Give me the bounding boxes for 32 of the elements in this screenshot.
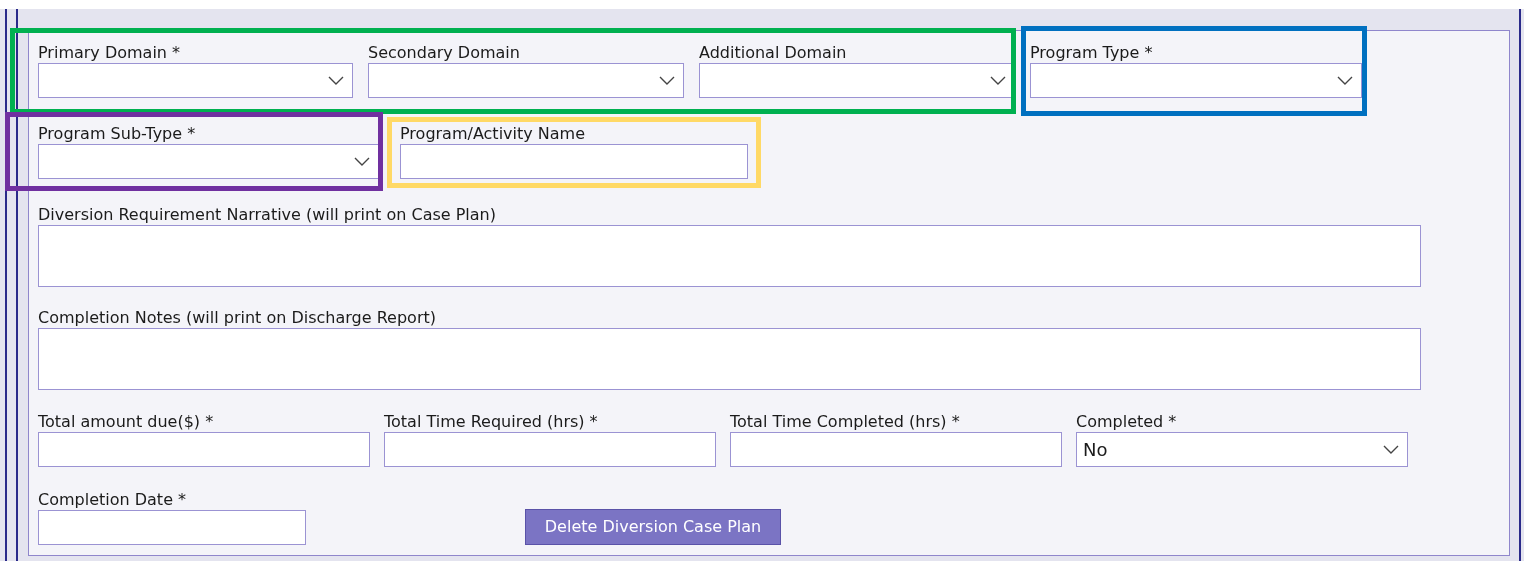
field-label: Total amount due($) * xyxy=(38,412,215,432)
chevron-down-icon xyxy=(1383,445,1399,454)
chevron-down-icon xyxy=(328,76,344,85)
chevron-down-icon xyxy=(1337,76,1353,85)
delete-button[interactable]: Delete Diversion Case Plan xyxy=(525,509,781,545)
text-field[interactable] xyxy=(730,432,1062,467)
text-field[interactable] xyxy=(38,432,370,467)
dropdown-field[interactable] xyxy=(1030,63,1362,98)
chevron-down-icon xyxy=(354,157,370,166)
field-label: Program Sub-Type * xyxy=(38,124,197,144)
field-label: Primary Domain * xyxy=(38,43,182,63)
field-label: Secondary Domain xyxy=(368,43,521,63)
field-label: Additional Domain xyxy=(699,43,848,63)
dropdown-field[interactable]: No xyxy=(1076,432,1408,467)
field-label: Total Time Required (hrs) * xyxy=(384,412,599,432)
text-area[interactable] xyxy=(38,225,1421,287)
field-label: Completed * xyxy=(1076,412,1178,432)
chevron-down-icon xyxy=(990,76,1006,85)
text-field[interactable] xyxy=(400,144,748,179)
dropdown-field[interactable] xyxy=(368,63,684,98)
field-label: Diversion Requirement Narrative (will print on Case Plan) xyxy=(38,205,497,225)
dropdown-field[interactable] xyxy=(38,144,379,179)
field-label: Completion Date * xyxy=(38,490,188,510)
field-label: Program/Activity Name xyxy=(400,124,587,144)
dropdown-field[interactable] xyxy=(38,63,353,98)
field-label: Completion Notes (will print on Discharge Report) xyxy=(38,308,437,328)
chevron-down-icon xyxy=(659,76,675,85)
text-area[interactable] xyxy=(38,328,1421,390)
text-field[interactable] xyxy=(38,510,306,545)
text-field[interactable] xyxy=(384,432,716,467)
field-label: Total Time Completed (hrs) * xyxy=(730,412,961,432)
field-label: Program Type * xyxy=(1030,43,1154,63)
